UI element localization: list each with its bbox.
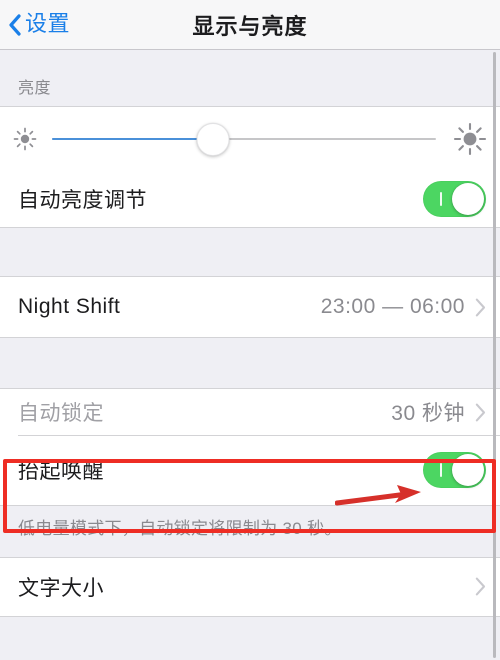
toggle-on-indicator: [440, 192, 442, 206]
brightness-slider-row: [0, 107, 500, 171]
settings-screen: 设置 显示与亮度 亮度 自动亮度调节 Night Shift 23:00 — 0…: [0, 0, 500, 660]
back-button[interactable]: 设置: [0, 0, 70, 49]
navigation-bar: 设置 显示与亮度: [0, 0, 500, 50]
chevron-right-icon: [475, 298, 486, 316]
chevron-right-icon: [475, 403, 486, 421]
back-button-label: 设置: [25, 10, 71, 36]
brightness-group: 自动亮度调节: [0, 106, 500, 228]
night-shift-label: Night Shift: [18, 295, 121, 318]
text-size-row[interactable]: 文字大小: [0, 557, 500, 616]
chevron-right-icon: [475, 577, 486, 596]
toggle-knob: [452, 454, 484, 486]
auto-brightness-toggle[interactable]: [423, 181, 486, 217]
text-size-label: 文字大小: [18, 576, 104, 600]
auto-lock-label: 自动锁定: [18, 402, 104, 425]
text-size-group: 文字大小: [0, 556, 500, 617]
auto-brightness-row[interactable]: 自动亮度调节: [0, 171, 500, 227]
sun-small-icon: [13, 127, 37, 151]
raise-to-wake-row[interactable]: 抬起唤醒: [0, 435, 500, 505]
auto-lock-value: 30 秒钟: [391, 402, 465, 425]
brightness-section-header: 亮度: [0, 50, 500, 106]
night-shift-row[interactable]: Night Shift 23:00 — 06:00: [0, 277, 500, 337]
toggle-on-indicator: [440, 463, 442, 477]
sun-large-icon: [453, 122, 487, 156]
raise-to-wake-toggle[interactable]: [423, 452, 486, 488]
toggle-knob: [452, 183, 484, 215]
lock-group: 自动锁定 30 秒钟 抬起唤醒: [0, 388, 500, 506]
auto-lock-row[interactable]: 自动锁定 30 秒钟: [0, 389, 500, 435]
slider-fill: [52, 138, 214, 140]
slider-thumb[interactable]: [196, 122, 230, 156]
auto-brightness-label: 自动亮度调节: [18, 189, 147, 212]
night-shift-value: 23:00 — 06:00: [320, 295, 465, 318]
raise-to-wake-label: 抬起唤醒: [18, 460, 104, 483]
section-gap-1: [0, 228, 500, 276]
night-shift-group: Night Shift 23:00 — 06:00: [0, 276, 500, 338]
lock-section-footer-note: 低电量模式下，自动锁定将限制为 30 秒。: [0, 506, 500, 557]
page-title: 显示与亮度: [192, 13, 308, 39]
brightness-slider[interactable]: [52, 122, 436, 156]
chevron-left-icon: [9, 13, 21, 36]
vertical-scrollbar[interactable]: [493, 52, 496, 658]
section-gap-2: [0, 338, 500, 388]
